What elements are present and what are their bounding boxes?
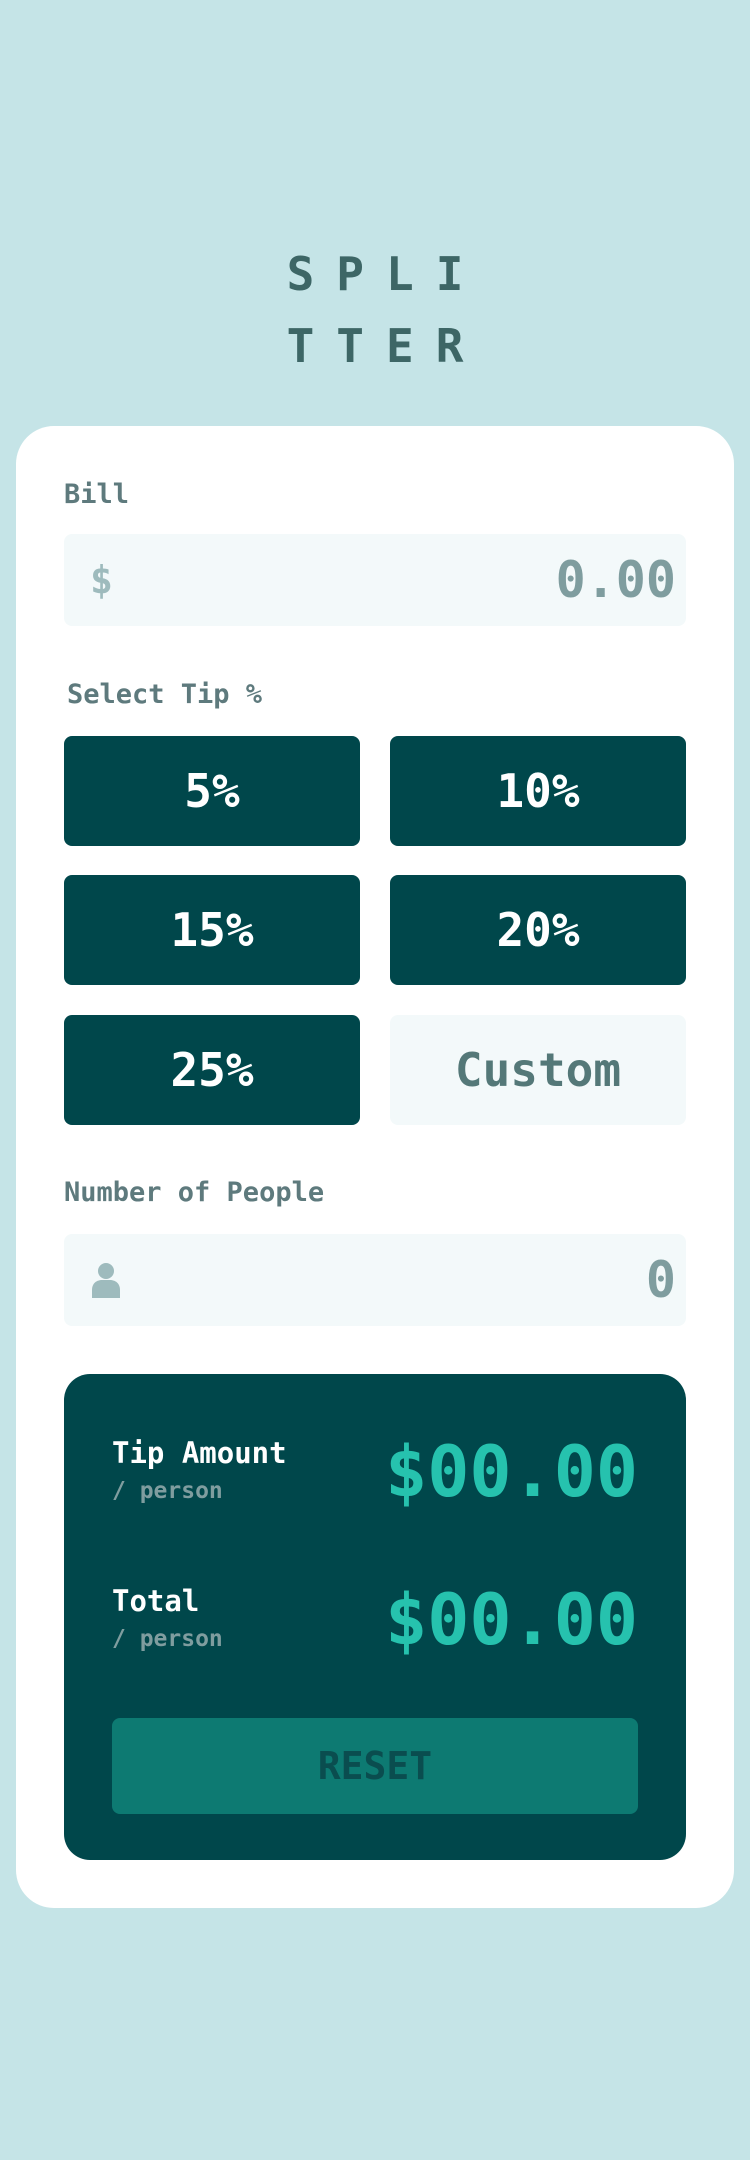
app-logo: SPLI TTER: [0, 238, 750, 382]
results-panel: Tip Amount / person $00.00 Total / perso…: [64, 1374, 686, 1860]
tip-5-button[interactable]: 5%: [64, 736, 360, 846]
tip-25-button[interactable]: 25%: [64, 1015, 360, 1125]
bill-value: 0.00: [555, 551, 676, 609]
tip-15-button[interactable]: 15%: [64, 875, 360, 985]
tip-20-button[interactable]: 20%: [390, 875, 686, 985]
bill-input[interactable]: $ 0.00: [64, 534, 686, 626]
tip-10-button[interactable]: 10%: [390, 736, 686, 846]
logo-line-1: SPLI: [286, 247, 486, 301]
logo-line-2: TTER: [286, 319, 486, 373]
custom-tip-input[interactable]: Custom: [390, 1015, 686, 1125]
bill-label: Bill: [64, 479, 130, 510]
reset-button[interactable]: RESET: [112, 1718, 638, 1814]
tip-amount-label: Tip Amount: [112, 1436, 287, 1470]
people-value: 0: [645, 1251, 676, 1309]
total-value: $00.00: [385, 1579, 638, 1661]
total-sub: / person: [112, 1626, 223, 1652]
calculator-card: Bill $ 0.00 Select Tip % 5% 10% 15% 20% …: [16, 426, 734, 1908]
person-icon: [92, 1263, 120, 1298]
total-label: Total: [112, 1584, 200, 1618]
people-input[interactable]: 0: [64, 1234, 686, 1326]
tip-amount-sub: / person: [112, 1478, 223, 1504]
dollar-icon: $: [90, 558, 113, 602]
tip-amount-value: $00.00: [385, 1431, 638, 1513]
select-tip-label: Select Tip %: [67, 679, 263, 710]
people-label: Number of People: [64, 1177, 325, 1208]
